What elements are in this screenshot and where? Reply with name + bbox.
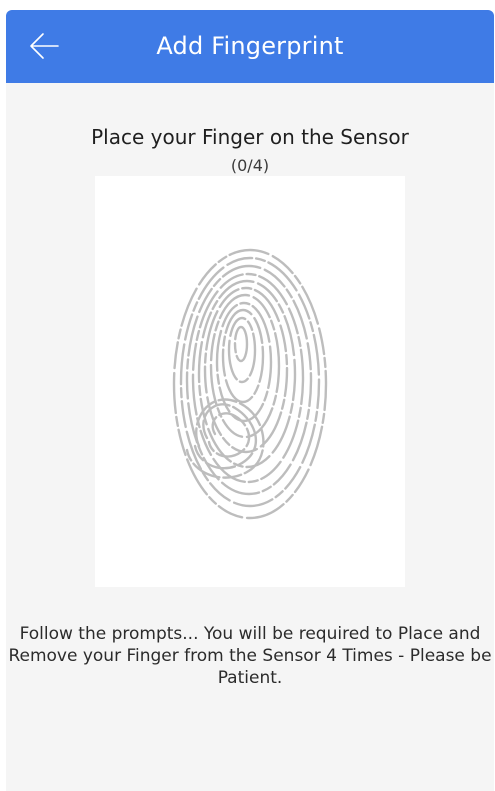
step-counter: (0/4) xyxy=(230,156,270,175)
help-text: Follow the prompts... You will be requir… xyxy=(8,624,492,688)
instruction-title: Place your Finger on the Sensor xyxy=(91,125,409,149)
app-bar: Add Fingerprint xyxy=(6,10,494,83)
page-title: Add Fingerprint xyxy=(156,32,344,60)
fingerprint-icon xyxy=(172,248,328,520)
fingerprint-sensor-area xyxy=(95,176,405,587)
screen: Add Fingerprint Place your Finger on the… xyxy=(6,10,494,791)
